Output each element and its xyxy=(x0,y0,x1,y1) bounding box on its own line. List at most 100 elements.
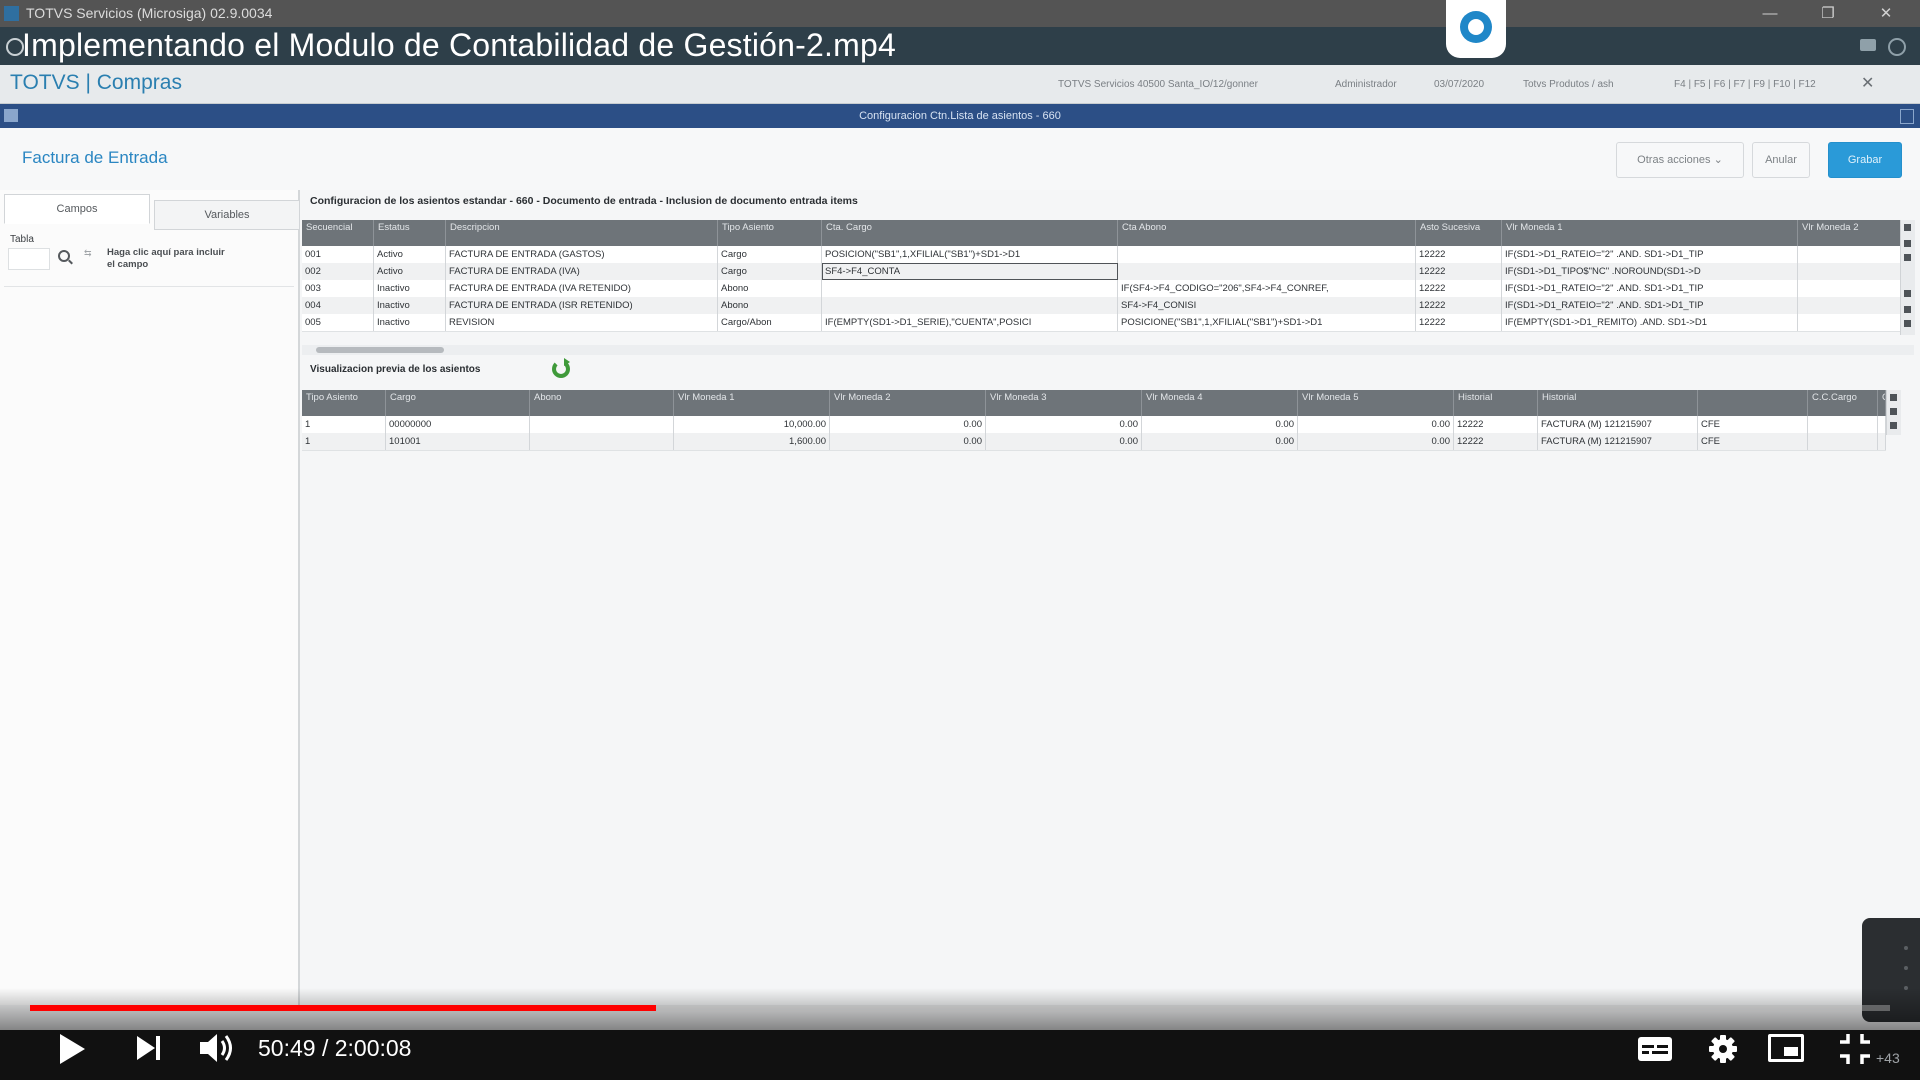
column-header[interactable]: Abono xyxy=(530,390,674,416)
column-header[interactable]: Vlr Moneda 5 xyxy=(1298,390,1454,416)
table-cell[interactable]: Cargo xyxy=(718,246,822,263)
column-header[interactable]: Asto Sucesiva xyxy=(1416,220,1502,246)
column-header[interactable]: Vlr Moneda 1 xyxy=(1502,220,1798,246)
entries-hscroll[interactable] xyxy=(302,345,1914,355)
table-cell[interactable]: Abono xyxy=(718,297,822,314)
hscroll-thumb[interactable] xyxy=(316,347,444,353)
table-cell[interactable]: Inactivo xyxy=(374,314,446,331)
table-cell[interactable]: 002 xyxy=(302,263,374,280)
message-icon[interactable] xyxy=(1860,39,1876,51)
settings-gear-icon[interactable] xyxy=(1708,1034,1738,1064)
column-header[interactable]: Cta Abono xyxy=(1118,220,1416,246)
cancel-button[interactable]: Anular xyxy=(1752,142,1810,178)
column-header[interactable]: Cargo xyxy=(386,390,530,416)
table-row[interactable]: 005 Inactivo REVISION Cargo/Abon IF(EMPTY(SD… xyxy=(302,314,1902,332)
scroll-first-icon[interactable] xyxy=(1904,240,1911,247)
table-cell[interactable]: 005 xyxy=(302,314,374,331)
refresh-icon[interactable] xyxy=(552,358,570,378)
table-cell[interactable]: 12222 xyxy=(1416,314,1502,331)
scroll-first-icon[interactable] xyxy=(1890,408,1897,415)
close-icon[interactable]: ✕ xyxy=(1861,73,1874,93)
scroll-up-icon[interactable] xyxy=(1890,394,1897,401)
table-cell[interactable]: IF(SF4->F4_CODIGO="206",SF4->F4_CONREF, xyxy=(1118,280,1416,297)
table-cell[interactable]: IF(EMPTY(SD1->D1_SERIE),"CUENTA",POSICI xyxy=(822,314,1118,331)
close-icon[interactable]: ✕ xyxy=(1866,0,1906,27)
column-header[interactable]: Vlr Moneda 1 xyxy=(674,390,830,416)
scroll-last-icon[interactable] xyxy=(1904,306,1911,313)
table-cell[interactable]: 1 xyxy=(302,433,386,450)
table-cell[interactable]: POSICIONE("SB1",1,XFILIAL("SB1")+SD1->D1 xyxy=(1118,314,1416,331)
table-row[interactable]: 002 Activo FACTURA DE ENTRADA (IVA) Cargo SF… xyxy=(302,263,1902,281)
entries-vscroll[interactable] xyxy=(1900,220,1915,335)
column-header[interactable]: Historial xyxy=(1538,390,1698,416)
tab-fields[interactable]: Campos xyxy=(4,194,150,224)
column-header[interactable]: Tipo Asiento xyxy=(302,390,386,416)
table-cell[interactable]: 0.00 xyxy=(830,433,986,450)
column-header[interactable]: Estatus xyxy=(374,220,446,246)
table-cell[interactable]: Inactivo xyxy=(374,280,446,297)
column-header[interactable]: Descripcion xyxy=(446,220,718,246)
table-cell[interactable]: IF(SD1->D1_RATEIO="2" .AND. SD1->D1_TIP xyxy=(1502,246,1798,263)
next-icon-bar[interactable] xyxy=(156,1036,160,1060)
add-field-icon[interactable]: ⇆ xyxy=(84,248,92,259)
scroll-down-icon[interactable] xyxy=(1904,320,1911,327)
table-cell[interactable]: IF(SD1->D1_TIPO$"NC" .NOROUND(SD1->D xyxy=(1502,263,1798,280)
table-cell[interactable]: 0.00 xyxy=(1298,416,1454,433)
table-cell[interactable]: 0.00 xyxy=(830,416,986,433)
table-cell[interactable]: 10,000.00 xyxy=(674,416,830,433)
table-cell[interactable]: SF4->F4_CONTA xyxy=(822,263,1118,280)
table-cell[interactable]: CFE xyxy=(1698,433,1808,450)
table-cell[interactable]: POSICION("SB1",1,XFILIAL("SB1")+SD1->D1 xyxy=(822,246,1118,263)
table-cell[interactable]: Abono xyxy=(718,280,822,297)
table-cell[interactable]: IF(SD1->D1_RATEIO="2" .AND. SD1->D1_TIP xyxy=(1502,280,1798,297)
table-input[interactable] xyxy=(8,248,50,270)
table-cell[interactable] xyxy=(822,280,1118,297)
subtitles-icon[interactable] xyxy=(1638,1037,1672,1061)
table-row[interactable]: 004 Inactivo FACTURA DE ENTRADA (ISR RETEN… xyxy=(302,297,1902,315)
table-cell[interactable]: REVISION xyxy=(446,314,718,331)
table-row[interactable]: 1 00000000 10,000.00 0.00 0.00 0.00 0.00 12222 F… xyxy=(302,416,1886,434)
scroll-down-icon[interactable] xyxy=(1890,422,1897,429)
table-cell[interactable]: 003 xyxy=(302,280,374,297)
table-cell[interactable] xyxy=(1798,297,1902,314)
table-cell[interactable]: 12222 xyxy=(1416,297,1502,314)
table-cell[interactable] xyxy=(1118,246,1416,263)
table-cell[interactable]: 12222 xyxy=(1416,280,1502,297)
table-cell[interactable]: 00000000 xyxy=(386,416,530,433)
table-row[interactable]: 003 Inactivo FACTURA DE ENTRADA (IVA RETEN… xyxy=(302,280,1902,298)
table-cell[interactable]: 0.00 xyxy=(986,416,1142,433)
column-header[interactable]: Vlr Moneda 2 xyxy=(1798,220,1902,246)
column-header[interactable]: Vlr Moneda 4 xyxy=(1142,390,1298,416)
column-header[interactable]: Tipo Asiento xyxy=(718,220,822,246)
column-header[interactable]: C.C.Cargo xyxy=(1808,390,1878,416)
table-cell[interactable]: 12222 xyxy=(1416,246,1502,263)
table-cell[interactable] xyxy=(822,297,1118,314)
table-cell[interactable]: 12222 xyxy=(1416,263,1502,280)
table-cell[interactable] xyxy=(1798,263,1902,280)
table-cell[interactable]: FACTURA DE ENTRADA (IVA RETENIDO) xyxy=(446,280,718,297)
exit-fullscreen-icon[interactable] xyxy=(1838,1032,1872,1066)
restore-icon[interactable]: ❐ xyxy=(1808,0,1848,27)
table-cell[interactable] xyxy=(1878,433,1886,450)
table-cell[interactable]: CFE xyxy=(1698,416,1808,433)
table-cell[interactable]: FACTURA DE ENTRADA (ISR RETENIDO) xyxy=(446,297,718,314)
progress-bar[interactable] xyxy=(30,1005,1890,1011)
table-cell[interactable]: 0.00 xyxy=(1298,433,1454,450)
table-cell[interactable] xyxy=(1798,246,1902,263)
table-cell[interactable]: 004 xyxy=(302,297,374,314)
column-header[interactable]: Vlr Moneda 3 xyxy=(986,390,1142,416)
tab-variables[interactable]: Variables xyxy=(154,200,300,230)
dialog-maximize-icon[interactable] xyxy=(1900,109,1914,124)
table-cell[interactable]: FACTURA (M) 121215907 xyxy=(1538,433,1698,450)
column-header[interactable]: C xyxy=(1878,390,1886,416)
scroll-page-down-icon[interactable] xyxy=(1904,290,1911,297)
table-cell[interactable]: 1,600.00 xyxy=(674,433,830,450)
table-cell[interactable]: Inactivo xyxy=(374,297,446,314)
table-row[interactable]: 001 Activo FACTURA DE ENTRADA (GASTOS) Carg… xyxy=(302,246,1902,264)
table-cell[interactable]: FACTURA DE ENTRADA (IVA) xyxy=(446,263,718,280)
table-cell[interactable] xyxy=(1808,433,1878,450)
table-cell[interactable]: 0.00 xyxy=(1142,433,1298,450)
table-cell[interactable] xyxy=(1798,314,1902,331)
speech-bubble-icon[interactable] xyxy=(1446,0,1506,58)
miniplayer-icon[interactable] xyxy=(1768,1034,1804,1062)
